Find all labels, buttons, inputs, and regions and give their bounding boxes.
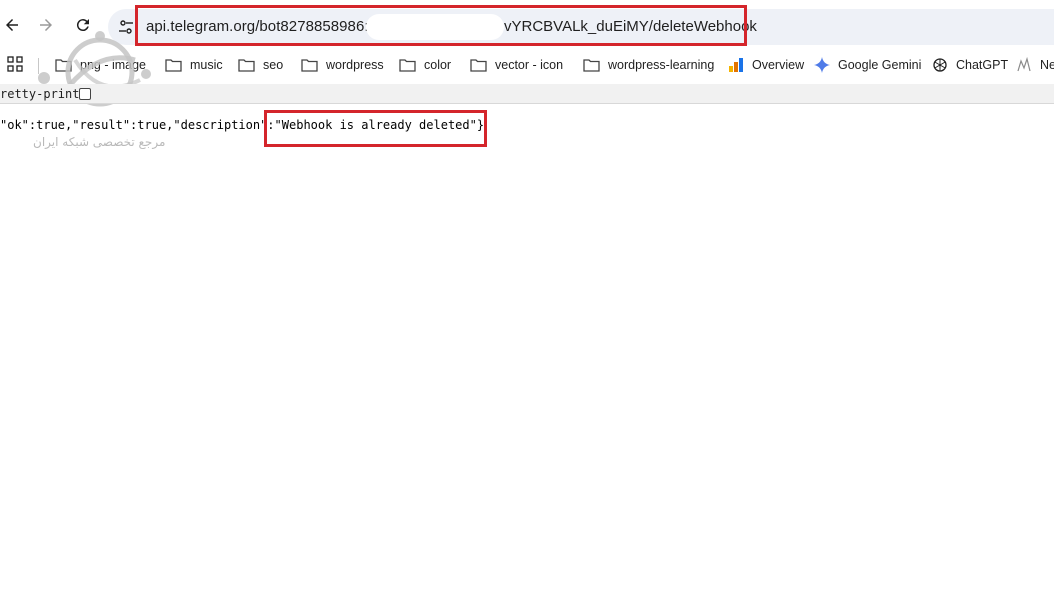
bookmark-wordpress[interactable]: wordpress — [301, 55, 384, 75]
chatgpt-icon — [931, 58, 948, 73]
bookmarks-separator — [38, 58, 39, 74]
folder-icon — [301, 58, 318, 73]
folder-icon — [583, 58, 600, 73]
bookmark-color[interactable]: color — [399, 55, 451, 75]
back-arrow-icon — [6, 19, 18, 31]
bookmark-ne[interactable]: Ne — [1015, 55, 1054, 75]
bookmark-overview[interactable]: Overview — [727, 55, 804, 75]
folder-icon — [55, 58, 72, 73]
folder-icon — [399, 58, 416, 73]
analytics-icon — [727, 58, 744, 73]
bookmarks-bar: png - image music seo wordpress color ve… — [0, 50, 1054, 80]
folder-icon — [165, 58, 182, 73]
tune-icon — [119, 20, 133, 34]
json-prefix: "ok":true,"result":true,"description": — [0, 118, 275, 132]
gemini-icon — [813, 57, 830, 73]
pretty-print-bar: retty-print — [0, 84, 1054, 104]
watermark-text: مرجع تخصصی شبکه ایران — [33, 135, 166, 149]
back-button[interactable] — [0, 11, 26, 39]
bookmark-google-gemini[interactable]: Google Gemini — [813, 55, 921, 75]
folder-icon — [470, 58, 487, 73]
url-highlight-box — [135, 5, 747, 46]
bookmark-png-image[interactable]: png - image — [55, 55, 146, 75]
bookmark-seo[interactable]: seo — [238, 55, 283, 75]
browser-toolbar: api.telegram.org/bot8278858986:AA vYRCBV… — [0, 0, 1054, 50]
site-icon — [1015, 57, 1032, 73]
bookmark-chatgpt[interactable]: ChatGPT — [931, 55, 1008, 75]
apps-grid-icon[interactable] — [7, 56, 23, 72]
forward-arrow-icon — [40, 19, 52, 31]
pretty-print-checkbox[interactable] — [79, 88, 91, 100]
bookmark-wordpress-learning[interactable]: wordpress-learning — [583, 55, 714, 75]
forward-button[interactable] — [32, 11, 60, 39]
bookmark-vector-icon[interactable]: vector - icon — [470, 55, 563, 75]
bookmark-music[interactable]: music — [165, 55, 223, 75]
description-highlight-box — [264, 110, 487, 147]
folder-icon — [238, 58, 255, 73]
reload-button[interactable] — [69, 11, 97, 39]
pretty-print-label: retty-print — [0, 87, 80, 101]
reload-icon — [76, 19, 89, 32]
